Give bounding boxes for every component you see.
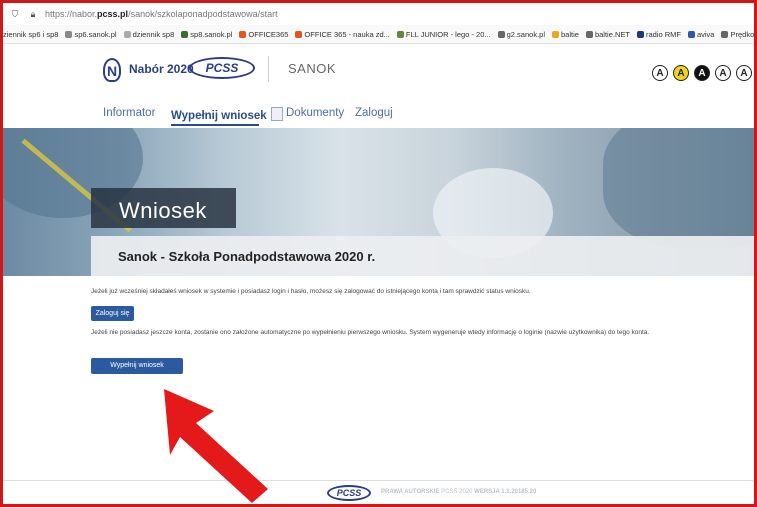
nav-login[interactable]: Zaloguj <box>355 107 393 119</box>
hero-banner: Wniosek Sanok - Szkoła Ponadpodstawowa 2… <box>3 128 754 276</box>
bookmark-favicon-icon <box>396 30 404 38</box>
bookmark-label: g2.sanok.pl <box>506 29 545 39</box>
footer-pcss-logo[interactable]: PCSS <box>327 485 371 501</box>
bookmark-item[interactable]: g2.sanok.pl <box>497 29 545 39</box>
bookmark-favicon-icon <box>181 30 189 38</box>
url-domain: pcss.pl <box>97 9 129 19</box>
bookmark-label: FLL JUNIOR - lego - 20... <box>405 29 491 39</box>
contrast-button[interactable]: A <box>673 65 689 81</box>
bookmark-item[interactable]: FLL JUNIOR - lego - 20... <box>396 29 491 39</box>
url-text[interactable]: https://nabor.pcss.pl/sanok/szkolaponadp… <box>45 9 278 19</box>
url-prefix: https://nabor. <box>45 9 98 19</box>
lock-icon: 🔒︎ <box>30 8 36 19</box>
bookmark-item[interactable]: aviva <box>687 29 715 39</box>
bookmark-label: OFFICE 365 - nauka zd... <box>304 29 390 39</box>
bookmark-label: sp6.sanok.pl <box>74 29 117 39</box>
nav-fill-application-label: Wypełnij wniosek <box>171 110 267 122</box>
bookmark-label: aviva <box>696 29 715 39</box>
contrast-button[interactable]: A <box>694 65 710 81</box>
document-icon <box>270 107 283 121</box>
bookmark-item[interactable]: baltie <box>552 30 579 39</box>
bookmark-label: baltie.NET <box>594 29 630 39</box>
nav-fill-application[interactable]: Wypełnij wniosek <box>171 107 283 122</box>
bookmarks-bar: ziennik sp6 i sp8 sp6.sanok.pl dziennik sp… <box>3 25 754 44</box>
bookmark-item[interactable]: baltie.NET <box>585 29 630 39</box>
header-divider <box>268 56 269 82</box>
city-name: SANOK <box>288 61 337 76</box>
bookmark-label: ziennik sp6 i sp8 <box>3 29 59 39</box>
address-bar[interactable]: ⛉ 🔒︎ https://nabor.pcss.pl/sanok/szkolap… <box>3 3 754 26</box>
bookmark-favicon-icon <box>687 30 695 38</box>
active-tab-underline <box>171 124 259 126</box>
bookmark-item[interactable]: OFFICE365 <box>239 30 288 39</box>
copyright-label: PRAWA AUTORSKIE <box>381 489 440 495</box>
contrast-button[interactable]: A <box>652 65 668 81</box>
bookmark-favicon-icon <box>497 30 505 38</box>
hero-background-shape <box>603 128 754 248</box>
nav-documents[interactable]: Dokumenty <box>286 107 344 119</box>
bookmark-item[interactable]: Prędkość INTER <box>721 30 754 39</box>
account-info-text: Jeżeli nie posiadasz jeszcze konta, zost… <box>91 329 650 336</box>
url-path: /sanok/szkolaponadpodstawowa/start <box>128 9 278 19</box>
shield-icon: ⛉ <box>11 8 19 19</box>
login-button[interactable]: Zaloguj się <box>91 306 134 321</box>
bookmark-item[interactable]: radio RMF <box>636 29 681 39</box>
contrast-button[interactable]: A <box>736 65 752 81</box>
copyright-value: PCSS 2020 <box>441 489 473 495</box>
bookmark-favicon-icon <box>552 30 559 38</box>
bookmark-favicon-icon <box>65 30 73 38</box>
page-title: Wniosek <box>119 198 207 223</box>
bookmark-label: radio RMF <box>645 29 681 39</box>
main-nav: Informator Wypełnij wniosek Dokumenty Za… <box>3 102 754 128</box>
bookmark-favicon-icon <box>721 30 729 38</box>
contrast-button[interactable]: A <box>715 65 731 81</box>
brand-name[interactable]: Nabór 2020 <box>129 62 194 76</box>
nav-informator[interactable]: Informator <box>103 107 155 119</box>
bookmark-label: dziennik sp8 <box>132 29 175 39</box>
bookmark-item[interactable]: sp8.sanok.pl <box>181 30 232 39</box>
footer-copyright: PRAWA AUTORSKIE PCSS 2020 WERSJA 1.1.201… <box>381 489 536 495</box>
version-text: WERSJA 1.1.20185.20 <box>474 489 537 495</box>
nabor-logo-icon[interactable]: N <box>103 58 121 82</box>
bookmark-favicon-icon <box>295 30 303 38</box>
bookmark-favicon-icon <box>585 30 593 38</box>
annotation-arrow-icon <box>164 389 268 503</box>
bookmark-item[interactable]: dziennik sp8 <box>123 29 175 39</box>
contrast-switcher: AAAAA <box>647 65 752 81</box>
login-info-text: Jeżeli już wcześniej składałeś wniosek w… <box>91 288 531 295</box>
bookmark-favicon-icon <box>123 30 131 38</box>
main-content: Jeżeli już wcześniej składałeś wniosek w… <box>3 276 754 480</box>
fill-application-button[interactable]: Wypełnij wniosek <box>91 358 183 374</box>
bookmark-label: sp8.sanok.pl <box>190 29 233 39</box>
pcss-logo[interactable]: PCSS <box>189 57 255 79</box>
site-header: N Nabór 2020 PCSS SANOK AAAAA <box>3 44 754 102</box>
bookmark-label: baltie <box>561 29 579 39</box>
bookmark-item[interactable]: OFFICE 365 - nauka zd... <box>295 29 390 39</box>
bookmark-label: Prędkość INTER <box>730 29 754 39</box>
bookmark-label: OFFICE365 <box>248 29 289 39</box>
bookmark-favicon-icon <box>636 30 644 38</box>
bookmark-favicon-icon <box>239 30 247 38</box>
bookmark-item[interactable]: sp6.sanok.pl <box>65 29 117 39</box>
page-subtitle: Sanok - Szkoła Ponadpodstawowa 2020 r. <box>118 249 376 264</box>
site-footer: PCSS PRAWA AUTORSKIE PCSS 2020 WERSJA 1.… <box>3 480 754 505</box>
bookmark-item[interactable]: ziennik sp6 i sp8 <box>3 30 58 39</box>
